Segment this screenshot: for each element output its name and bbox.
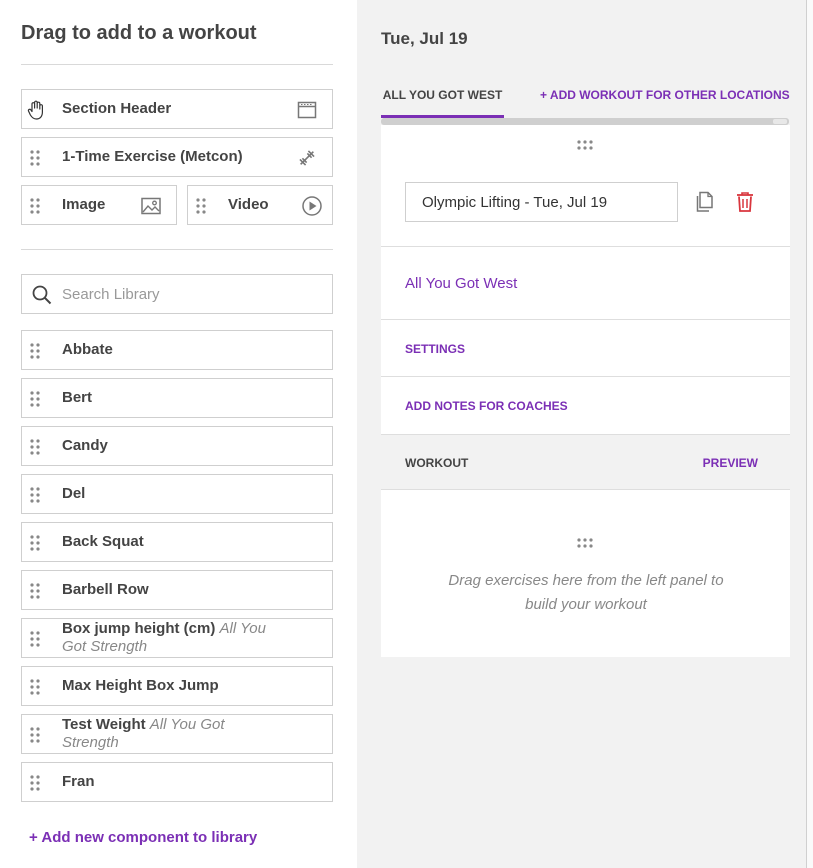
component-video[interactable]: Video: [187, 185, 333, 225]
library-item[interactable]: Barbell Row: [21, 570, 333, 610]
library-item[interactable]: Abbate: [21, 330, 333, 370]
drag-handle-icon[interactable]: [30, 727, 40, 743]
drag-handle-icon[interactable]: [577, 140, 593, 150]
library-item-label: Del: [62, 485, 85, 503]
library-item[interactable]: Candy: [21, 426, 333, 466]
drag-handle-icon[interactable]: [30, 439, 40, 455]
drop-zone-hint: Drag exercises here from the left panel …: [448, 572, 724, 613]
library-item[interactable]: Bert: [21, 378, 333, 418]
library-item-label: Max Height Box Jump: [62, 677, 219, 695]
workout-section-header: WORKOUT PREVIEW: [381, 434, 790, 490]
component-label: 1-Time Exercise (Metcon): [62, 148, 243, 165]
drag-handle-icon[interactable]: [30, 631, 40, 647]
drag-handle-icon[interactable]: [30, 391, 40, 407]
drag-handle-icon[interactable]: [577, 538, 593, 548]
library-item[interactable]: Box jump height (cm) All You Got Strengt…: [21, 618, 333, 658]
drag-handle-icon[interactable]: [30, 583, 40, 599]
divider: [21, 249, 333, 250]
library-item-label: Candy: [62, 437, 108, 455]
settings-link[interactable]: SETTINGS: [405, 342, 465, 356]
component-label: Video: [228, 196, 269, 213]
drag-handle-icon[interactable]: [30, 150, 40, 166]
component-panel: Drag to add to a workout Section Header …: [0, 0, 357, 868]
library-item-name: Bert: [62, 389, 93, 406]
tab-scrollbar[interactable]: [381, 118, 789, 125]
workout-date: Tue, Jul 19: [381, 29, 468, 48]
workout-card: All You Got West SETTINGS ADD NOTES FOR …: [381, 125, 790, 657]
add-notes-link[interactable]: ADD NOTES FOR COACHES: [405, 399, 568, 413]
library-item-label: Back Squat: [62, 533, 144, 551]
play-icon: [302, 196, 322, 216]
library-item-name: Barbell Row: [62, 581, 149, 598]
library-item-name: Fran: [62, 773, 95, 790]
library-item-name: Back Squat: [62, 533, 144, 550]
library-item[interactable]: Del: [21, 474, 333, 514]
library-item[interactable]: Fran: [21, 762, 333, 802]
library-item[interactable]: Test Weight All You Got Strength: [21, 714, 333, 754]
hand-cursor-icon: [27, 100, 43, 120]
divider: [381, 246, 790, 247]
library-item-name: Del: [62, 485, 86, 502]
drag-handle-icon[interactable]: [196, 198, 206, 214]
library-item-label: Box jump height (cm) All You Got Strengt…: [62, 620, 282, 656]
drag-handle-icon[interactable]: [30, 487, 40, 503]
copy-icon[interactable]: [696, 191, 716, 213]
workout-name-input[interactable]: [405, 182, 678, 222]
library-item-name: Test Weight: [62, 716, 146, 733]
add-location-tab[interactable]: + ADD WORKOUT FOR OTHER LOCATIONS: [540, 88, 790, 102]
library-item-name: Box jump height (cm): [62, 620, 216, 637]
workout-label: WORKOUT: [405, 456, 469, 470]
section-header-icon: [297, 101, 317, 119]
divider: [21, 64, 333, 65]
image-icon: [141, 197, 161, 215]
library-item-label: Barbell Row: [62, 581, 149, 599]
component-label: Section Header: [62, 100, 172, 117]
tab-all-you-got-west[interactable]: ALL YOU GOT WEST: [381, 88, 504, 118]
divider: [381, 376, 790, 377]
drag-handle-icon[interactable]: [30, 679, 40, 695]
library-item-label: Abbate: [62, 341, 113, 359]
component-image[interactable]: Image: [21, 185, 177, 225]
search-icon: [32, 285, 52, 305]
library-item-name: Abbate: [62, 341, 113, 358]
library-item-name: Candy: [62, 437, 108, 454]
library-item-label: Bert: [62, 389, 92, 407]
workout-panel: Tue, Jul 19 ALL YOU GOT WEST + ADD WORKO…: [357, 0, 806, 868]
scrollbar-thumb[interactable]: [773, 119, 787, 124]
search-box[interactable]: [21, 274, 333, 314]
drag-handle-icon[interactable]: [30, 343, 40, 359]
library-item[interactable]: Max Height Box Jump: [21, 666, 333, 706]
trash-icon[interactable]: [735, 191, 755, 213]
component-label: Image: [62, 196, 106, 213]
library-item-label: Test Weight All You Got Strength: [62, 716, 282, 752]
preview-link[interactable]: PREVIEW: [703, 456, 758, 470]
panel-gutter: [807, 0, 813, 868]
panel-title: Drag to add to a workout: [21, 22, 257, 44]
library-item-name: Max Height Box Jump: [62, 677, 219, 694]
drag-handle-icon[interactable]: [30, 198, 40, 214]
divider: [381, 319, 790, 320]
location-link[interactable]: All You Got West: [405, 275, 517, 292]
drag-handle-icon[interactable]: [30, 535, 40, 551]
component-section-header[interactable]: Section Header: [21, 89, 333, 129]
add-component-link[interactable]: + Add new component to library: [29, 829, 257, 846]
component-one-time-exercise[interactable]: 1-Time Exercise (Metcon): [21, 137, 333, 177]
drag-handle-icon[interactable]: [30, 775, 40, 791]
search-input[interactable]: [62, 283, 322, 305]
library-item[interactable]: Back Squat: [21, 522, 333, 562]
library-item-label: Fran: [62, 773, 95, 791]
dumbbell-icon: [299, 150, 315, 166]
